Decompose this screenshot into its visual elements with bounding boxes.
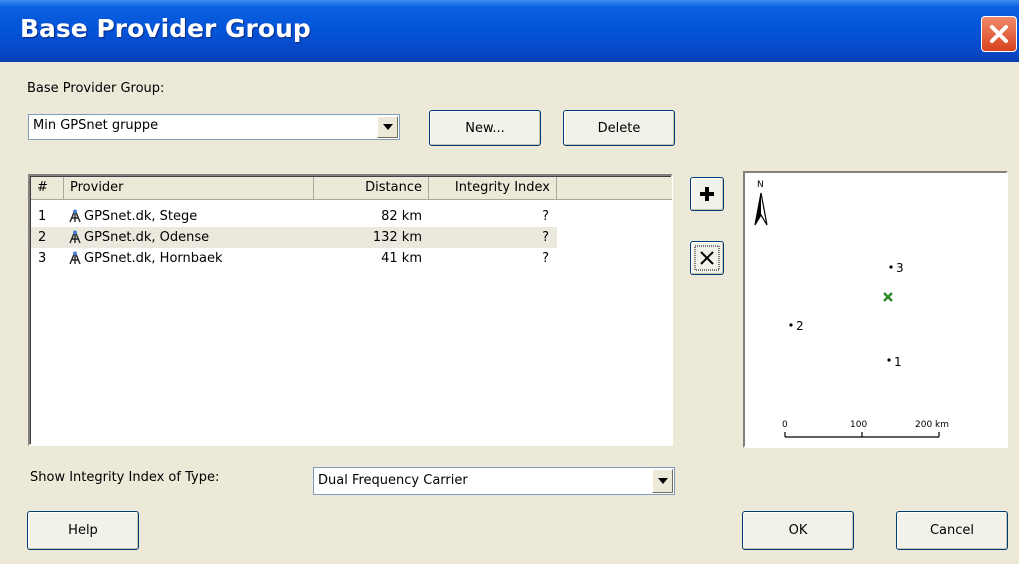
- map-canvas: N 3 2 1 0 100 200 km: [754, 180, 949, 438]
- integrity-type-value: Dual Frequency Carrier: [318, 473, 468, 488]
- dialog-window: Base Provider Group Base Provider Group:…: [0, 0, 1019, 564]
- table-row[interactable]: 3 GPSnet.dk, Hornbaek 41 km ?: [31, 248, 672, 269]
- scale-label-100: 100: [850, 420, 867, 430]
- table-row[interactable]: 1 GPSnet.dk, Stege 82 km ?: [31, 206, 672, 227]
- dropdown-arrow-button[interactable]: [377, 116, 398, 138]
- row-number: 3: [38, 251, 47, 266]
- provider-name: GPSnet.dk, Stege: [84, 209, 198, 224]
- table-row[interactable]: 2 GPSnet.dk, Odense 132 km ?: [31, 227, 672, 248]
- gps-station-icon: [69, 230, 81, 244]
- window-title: Base Provider Group: [20, 14, 311, 43]
- delete-button[interactable]: Delete: [563, 110, 675, 146]
- x-icon: [694, 245, 720, 271]
- map-scale-bar: 0 100 200 km: [782, 420, 949, 438]
- integrity-type-select[interactable]: Dual Frequency Carrier: [313, 467, 675, 495]
- remove-provider-button[interactable]: [690, 241, 724, 275]
- provider-list[interactable]: # Provider Distance Integrity Index 1 GP…: [28, 174, 673, 446]
- gps-station-icon: [69, 209, 81, 223]
- provider-name: GPSnet.dk, Odense: [84, 230, 210, 245]
- current-position-marker: [883, 292, 893, 302]
- provider-integrity: ?: [542, 230, 549, 245]
- column-header-distance[interactable]: Distance: [314, 177, 429, 199]
- help-button[interactable]: Help: [27, 511, 139, 550]
- dropdown-arrow-button[interactable]: [652, 469, 673, 493]
- gps-station-icon: [69, 251, 81, 265]
- row-number: 1: [38, 209, 47, 224]
- cancel-button[interactable]: Cancel: [896, 511, 1008, 550]
- chevron-down-icon: [382, 124, 393, 130]
- title-bar[interactable]: Base Provider Group: [0, 0, 1019, 62]
- provider-name: GPSnet.dk, Hornbaek: [84, 251, 223, 266]
- column-header-number[interactable]: #: [31, 177, 64, 199]
- provider-integrity: ?: [542, 251, 549, 266]
- provider-distance: 132 km: [372, 230, 422, 245]
- scale-label-200: 200 km: [915, 420, 949, 430]
- integrity-type-label: Show Integrity Index of Type:: [30, 470, 220, 485]
- list-header: # Provider Distance Integrity Index: [31, 177, 672, 200]
- column-header-integrity[interactable]: Integrity Index: [429, 177, 557, 199]
- scale-label-0: 0: [782, 420, 788, 430]
- base-provider-group-select[interactable]: Min GPSnet gruppe: [28, 114, 400, 140]
- ok-button[interactable]: OK: [742, 511, 854, 550]
- map-point-2: 2: [789, 319, 804, 333]
- provider-distance: 82 km: [381, 209, 422, 224]
- column-header-provider[interactable]: Provider: [64, 177, 314, 199]
- map-point-3: 3: [889, 261, 904, 275]
- north-arrow-icon: [754, 192, 768, 226]
- row-number: 2: [38, 230, 47, 245]
- map-point-1: 1: [887, 355, 902, 369]
- svg-text:2: 2: [796, 319, 804, 333]
- provider-integrity: ?: [542, 209, 549, 224]
- base-provider-group-value: Min GPSnet gruppe: [33, 118, 159, 133]
- svg-text:1: 1: [894, 355, 902, 369]
- north-label: N: [757, 180, 764, 190]
- base-provider-group-label: Base Provider Group:: [27, 81, 165, 96]
- close-icon: [990, 25, 1008, 43]
- add-provider-button[interactable]: [690, 177, 724, 211]
- new-button[interactable]: New...: [429, 110, 541, 146]
- chevron-down-icon: [657, 478, 668, 484]
- plus-icon: [700, 187, 714, 201]
- close-button[interactable]: [981, 16, 1017, 52]
- svg-text:3: 3: [896, 261, 904, 275]
- provider-map: N 3 2 1 0 100 200 km: [743, 171, 1008, 448]
- provider-distance: 41 km: [381, 251, 422, 266]
